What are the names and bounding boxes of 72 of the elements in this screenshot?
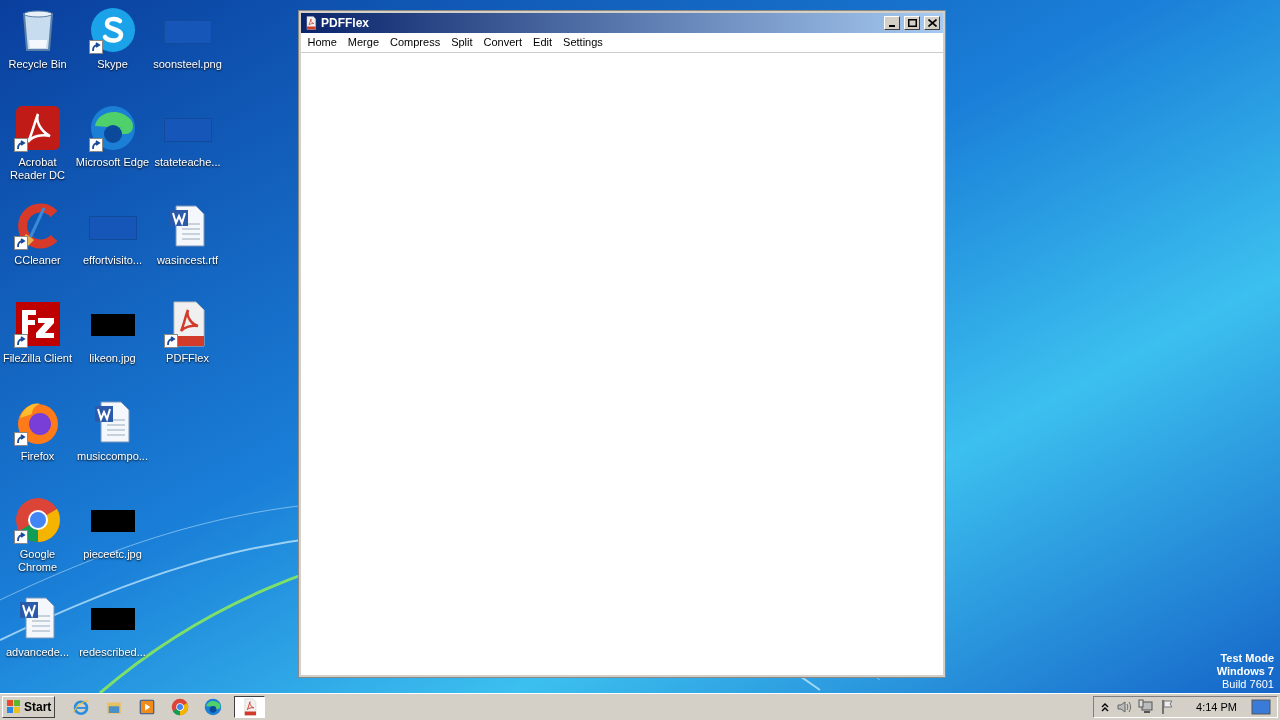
start-button[interactable]: Start bbox=[2, 696, 56, 718]
icon-label: soonsteel.png bbox=[152, 58, 223, 71]
desktop-icon[interactable]: Acrobat Reader DC bbox=[0, 104, 75, 182]
menu-item[interactable]: Split bbox=[445, 34, 479, 51]
internet-explorer-icon bbox=[72, 698, 91, 716]
desktop-icon[interactable]: Firefox bbox=[0, 398, 75, 463]
icon-label: advancede... bbox=[5, 646, 70, 659]
system-notice-text: Windows 7 bbox=[1216, 665, 1274, 678]
menu-item[interactable]: Edit bbox=[527, 34, 558, 51]
edge-icon bbox=[204, 698, 223, 716]
icon-label: stateteache... bbox=[153, 156, 222, 169]
speaker-icon[interactable] bbox=[1116, 699, 1133, 715]
desktop-icon[interactable]: soonsteel.png bbox=[150, 6, 225, 71]
edge-icon bbox=[88, 104, 137, 152]
desktop-icon[interactable]: likeon.jpg bbox=[75, 300, 150, 365]
menu-item[interactable]: Settings bbox=[557, 34, 609, 51]
media-player-icon bbox=[138, 698, 157, 716]
desktop-icon[interactable]: stateteache... bbox=[150, 104, 225, 169]
icon-label: redescribed... bbox=[78, 646, 147, 659]
desktop-icon[interactable]: FileZilla Client bbox=[0, 300, 75, 365]
desktop-icon[interactable]: Microsoft Edge bbox=[75, 104, 150, 169]
icon-label: pieceetc.jpg bbox=[82, 548, 143, 561]
menu-item[interactable]: Convert bbox=[478, 34, 528, 51]
menu-item[interactable]: Merge bbox=[342, 34, 385, 51]
icon-label: Microsoft Edge bbox=[75, 156, 150, 169]
maximize-button[interactable] bbox=[904, 16, 920, 30]
taskbar-button[interactable] bbox=[234, 696, 266, 718]
icon-label: Acrobat Reader DC bbox=[9, 156, 66, 182]
system-notice-text: Build 7601 bbox=[1222, 678, 1274, 691]
desktop-icon[interactable]: advancede... bbox=[0, 594, 75, 659]
skype-icon bbox=[88, 6, 137, 54]
chevron-up-icon[interactable] bbox=[1100, 701, 1111, 713]
icon-label: Google Chrome bbox=[16, 548, 59, 574]
close-icon bbox=[927, 19, 937, 27]
image-file-icon bbox=[163, 20, 212, 44]
pdf-file-icon bbox=[304, 16, 318, 30]
system-notice-text: Test Mode bbox=[1220, 652, 1274, 665]
desktop-icon[interactable]: Skype bbox=[75, 6, 150, 71]
chrome-icon bbox=[13, 496, 62, 544]
icon-label: CCleaner bbox=[13, 254, 62, 267]
minimize-icon bbox=[889, 25, 895, 27]
image-file-icon bbox=[88, 216, 137, 240]
icon-label: Firefox bbox=[19, 450, 56, 463]
desktop-icon[interactable]: Google Chrome bbox=[0, 496, 75, 574]
chrome-icon bbox=[171, 698, 190, 716]
clock[interactable]: 4:14 PM bbox=[1196, 698, 1237, 716]
icon-label: FileZilla Client bbox=[1, 352, 74, 365]
desktop-icon[interactable]: CCleaner bbox=[0, 202, 75, 267]
desktop-icon[interactable]: wasincest.rtf bbox=[150, 202, 225, 267]
icon-label: Skype bbox=[96, 58, 129, 71]
quick-launch-button[interactable] bbox=[203, 697, 224, 717]
windows-logo-icon bbox=[6, 699, 22, 715]
network-icon[interactable] bbox=[1138, 699, 1155, 715]
icon-label: Recycle Bin bbox=[7, 58, 68, 71]
menu-item[interactable]: Compress bbox=[384, 34, 446, 51]
image-file-icon bbox=[163, 118, 212, 142]
quick-launch-button[interactable] bbox=[170, 697, 191, 717]
desktop-icon[interactable]: musiccompo... bbox=[75, 398, 150, 463]
minimize-button[interactable] bbox=[884, 16, 900, 30]
icon-label: wasincest.rtf bbox=[155, 254, 220, 267]
icon-label: musiccompo... bbox=[76, 450, 149, 463]
icon-label: effortvisito... bbox=[81, 254, 144, 267]
window-title: PDFFlex bbox=[321, 15, 370, 32]
menu-item[interactable]: Home bbox=[302, 34, 343, 51]
icon-label: likeon.jpg bbox=[88, 352, 137, 365]
maximize-icon bbox=[907, 19, 917, 27]
close-button[interactable] bbox=[924, 16, 940, 30]
desktop-icon[interactable]: PDFFlex bbox=[150, 300, 225, 365]
desktop-icon[interactable]: Recycle Bin bbox=[0, 6, 75, 71]
icon-label: PDFFlex bbox=[165, 352, 210, 365]
desktop-icon[interactable]: effortvisito... bbox=[75, 202, 150, 267]
desktop-icon[interactable]: pieceetc.jpg bbox=[75, 496, 150, 561]
